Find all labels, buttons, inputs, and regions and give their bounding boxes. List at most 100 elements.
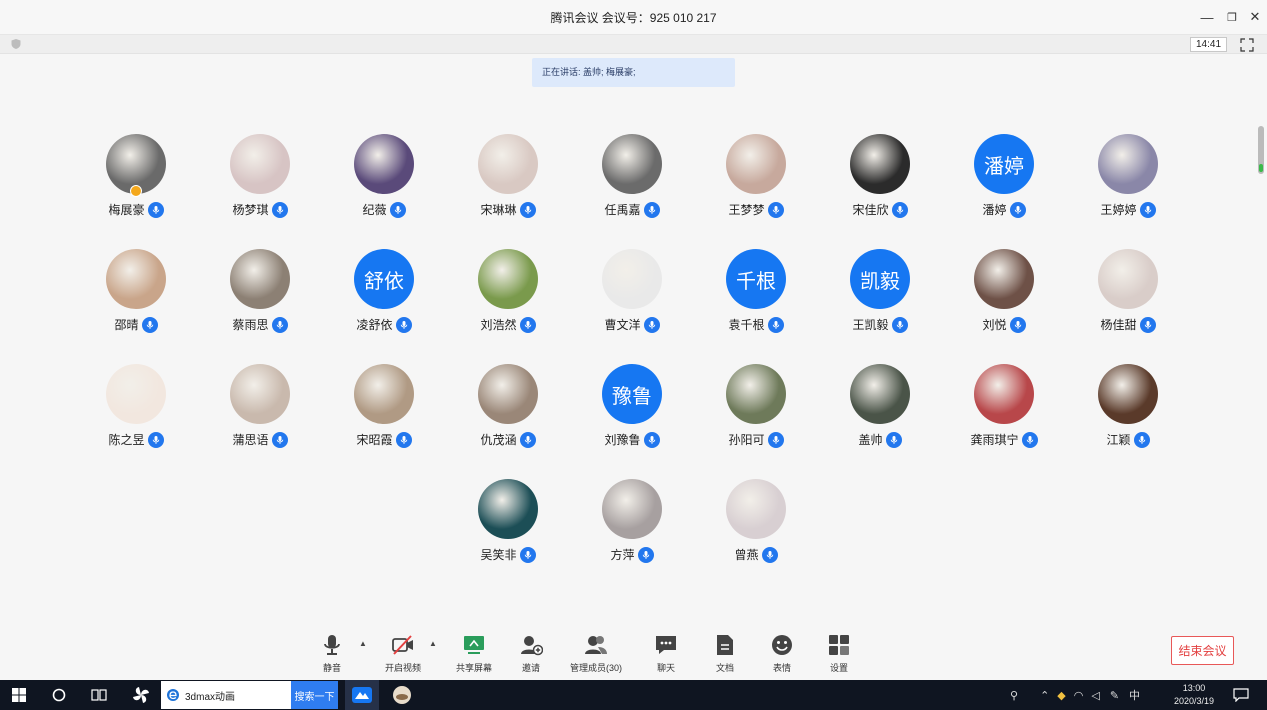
participant-tile[interactable]: 纪薇: [334, 134, 434, 224]
participant-tile[interactable]: 杨佳甜: [1078, 249, 1178, 339]
participant-tile[interactable]: 江颖: [1078, 364, 1178, 454]
emoji-button[interactable]: 表情: [770, 633, 794, 674]
participant-tile[interactable]: 王婷婷: [1078, 134, 1178, 224]
start-button[interactable]: [0, 680, 38, 710]
participant-tile[interactable]: 曹文洋: [582, 249, 682, 339]
mic-icon: [761, 546, 778, 563]
participant-tile[interactable]: 潘婷 潘婷: [954, 134, 1054, 224]
wifi-icon[interactable]: ◠: [1074, 689, 1084, 702]
shield-icon[interactable]: [10, 38, 22, 50]
taskbar-search-input[interactable]: 3dmax动画: [161, 681, 291, 709]
mic-options-caret-icon[interactable]: ▲: [359, 639, 367, 648]
participant-name-row: 方萍: [582, 546, 682, 563]
participant-name: 方萍: [610, 548, 635, 562]
mic-icon: [767, 316, 784, 333]
participant-tile[interactable]: 宋昭霞: [334, 364, 434, 454]
avatar: [478, 479, 538, 539]
avatar: [974, 249, 1034, 309]
participant-tile[interactable]: 梅展豪: [86, 134, 186, 224]
mic-icon: [1139, 316, 1156, 333]
participant-tile[interactable]: 方萍: [582, 479, 682, 569]
participant-tile[interactable]: 邵晴: [86, 249, 186, 339]
tencent-meeting-taskbar-app[interactable]: [345, 680, 379, 710]
manage-members-button[interactable]: 管理成员(30): [570, 633, 622, 674]
mic-icon: [643, 201, 660, 218]
photo-app[interactable]: [385, 680, 419, 710]
participant-tile[interactable]: 王梦梦: [706, 134, 806, 224]
mic-icon: [637, 546, 654, 563]
participant-name-row: 王婷婷: [1078, 201, 1178, 218]
close-button[interactable]: ✕: [1244, 6, 1266, 28]
participant-tile[interactable]: 孙阳可: [706, 364, 806, 454]
participant-tile[interactable]: 千根 袁千根: [706, 249, 806, 339]
chevron-up-icon[interactable]: ⌃: [1040, 689, 1049, 702]
participant-name: 任禹嘉: [604, 203, 641, 217]
participant-name: 邵晴: [114, 318, 139, 332]
participant-name-row: 刘悦: [954, 316, 1054, 333]
mic-icon: [891, 316, 908, 333]
participant-tile[interactable]: 豫鲁 刘豫鲁: [582, 364, 682, 454]
participant-tile[interactable]: 仇茂涵: [458, 364, 558, 454]
mic-speaking-icon: [885, 431, 902, 448]
mute-button[interactable]: 静音: [320, 633, 344, 674]
fullscreen-icon[interactable]: [1239, 37, 1255, 53]
participant-tile[interactable]: 任禹嘉: [582, 134, 682, 224]
participant-tile[interactable]: 蔡雨思: [210, 249, 310, 339]
avatar: [478, 134, 538, 194]
participant-name-row: 陈之昱: [86, 431, 186, 448]
avatar-initials: 舒依: [354, 249, 414, 309]
notification-button[interactable]: [1226, 680, 1256, 710]
mic-icon: [519, 316, 536, 333]
participant-tile[interactable]: 刘浩然: [458, 249, 558, 339]
participant-name: 刘浩然: [480, 318, 517, 332]
restore-button[interactable]: ❐: [1221, 6, 1243, 28]
participant-tile[interactable]: 刘悦: [954, 249, 1054, 339]
taskbar-date: 2020/3/19: [1173, 696, 1215, 706]
participant-tile[interactable]: 杨梦琪: [210, 134, 310, 224]
settings-button[interactable]: 设置: [827, 633, 851, 674]
participant-tile[interactable]: 吴笑非: [458, 479, 558, 569]
participant-tile[interactable]: 舒依 凌舒依: [334, 249, 434, 339]
end-meeting-button[interactable]: 结束会议: [1171, 636, 1234, 665]
docs-button[interactable]: 文档: [713, 633, 737, 674]
cortana-button[interactable]: [44, 680, 74, 710]
participant-name-row: 刘浩然: [458, 316, 558, 333]
volume-icon[interactable]: ◁: [1091, 689, 1099, 702]
pen-icon[interactable]: ✎: [1110, 689, 1119, 702]
video-options-caret-icon[interactable]: ▲: [429, 639, 437, 648]
mic-icon: [767, 201, 784, 218]
tray-app-icon[interactable]: ◆: [1057, 689, 1065, 702]
participant-name-row: 孙阳可: [706, 431, 806, 448]
person-icon[interactable]: ⚲: [1010, 689, 1018, 702]
pinwheel-app[interactable]: [124, 680, 158, 710]
meeting-toolbar: 静音 ▲ 开启视频 ▲ 共享屏幕 邀请 管理成员(30) 聊天 文档 表情 设置: [0, 625, 1267, 680]
smiley-icon: [772, 635, 792, 655]
mic-icon: [389, 201, 406, 218]
participant-tile[interactable]: 龚雨琪宁: [954, 364, 1054, 454]
mic-icon: [519, 201, 536, 218]
participant-tile[interactable]: 宋佳欣: [830, 134, 930, 224]
taskbar-clock[interactable]: 13:00 2020/3/19: [1168, 682, 1220, 708]
participant-tile[interactable]: 蒲思语: [210, 364, 310, 454]
task-view-button[interactable]: [84, 680, 114, 710]
participant-tile[interactable]: 凯毅 王凯毅: [830, 249, 930, 339]
microphone-icon: [324, 635, 340, 655]
ime-indicator[interactable]: 中: [1129, 687, 1140, 703]
invite-button[interactable]: 邀请: [519, 633, 543, 674]
mic-icon: [395, 316, 412, 333]
avatar: [726, 134, 786, 194]
participant-name: 孙阳可: [728, 433, 765, 447]
participant-name: 王凯毅: [852, 318, 889, 332]
participant-name: 王婷婷: [1100, 203, 1137, 217]
participant-tile[interactable]: 陈之昱: [86, 364, 186, 454]
minimize-button[interactable]: —: [1196, 6, 1218, 28]
participant-tile[interactable]: 曾燕: [706, 479, 806, 569]
share-screen-button[interactable]: 共享屏幕: [456, 633, 492, 674]
participant-tile[interactable]: 宋琳琳: [458, 134, 558, 224]
search-submit-button[interactable]: 搜索一下: [291, 681, 338, 709]
participant-tile[interactable]: 盖帅: [830, 364, 930, 454]
video-button[interactable]: 开启视频: [385, 633, 421, 674]
avatar: [230, 134, 290, 194]
chat-button[interactable]: 聊天: [654, 633, 678, 674]
participant-name: 宋琳琳: [480, 203, 517, 217]
